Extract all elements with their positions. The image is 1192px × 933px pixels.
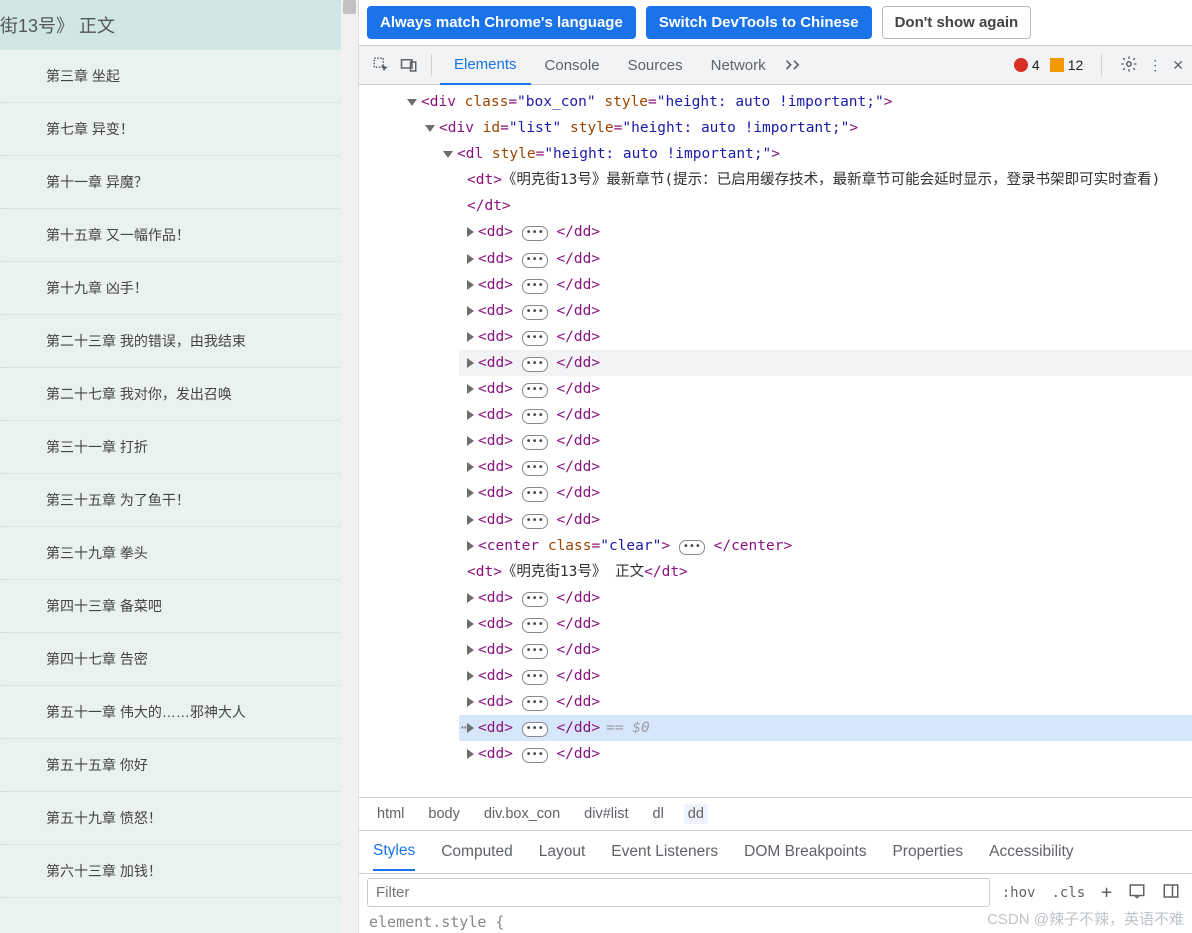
crumb-dl[interactable]: dl	[649, 804, 668, 824]
warnings-badge[interactable]: 12	[1050, 57, 1084, 73]
device-toolbar-icon[interactable]	[395, 51, 423, 79]
styles-body[interactable]: element.style {	[359, 911, 1192, 933]
dom-node[interactable]: <div class="box_con" style="height: auto…	[399, 89, 1192, 115]
breadcrumb: html body div.box_con div#list dl dd	[359, 797, 1192, 831]
more-tabs-icon[interactable]	[784, 57, 804, 74]
close-icon[interactable]: ✕	[1172, 57, 1184, 74]
crumb-dd[interactable]: dd	[684, 804, 708, 824]
crumb-html[interactable]: html	[373, 804, 408, 824]
dom-node[interactable]: <dd> ••• </dd>	[459, 402, 1192, 428]
error-icon	[1014, 58, 1028, 72]
dom-node[interactable]: <dd> ••• </dd>	[459, 454, 1192, 480]
cls-toggle[interactable]: .cls	[1047, 885, 1089, 901]
list-item[interactable]: 第十九章 凶手！	[0, 262, 358, 315]
crumb-body[interactable]: body	[424, 804, 463, 824]
dom-node-selected[interactable]: ⋯<dd> ••• </dd>== $0	[459, 715, 1192, 741]
list-item[interactable]: 第三十九章 拳头	[0, 527, 358, 580]
dom-node[interactable]: <dt>《明克街13号》最新章节(提示：已启用缓存技术，最新章节可能会延时显示，…	[459, 167, 1192, 219]
list-item[interactable]: 第三章 坐起	[0, 50, 358, 103]
list-item[interactable]: 第五十五章 你好	[0, 739, 358, 792]
match-language-button[interactable]: Always match Chrome's language	[367, 6, 636, 39]
list-item[interactable]: 第十五章 又一幅作品！	[0, 209, 358, 262]
gear-icon[interactable]	[1120, 55, 1138, 76]
dom-node[interactable]: <dd> ••• </dd>	[459, 611, 1192, 637]
tab-elements[interactable]: Elements	[440, 45, 531, 85]
list-item[interactable]: 第三十一章 打折	[0, 421, 358, 474]
list-item[interactable]: 第三十五章 为了鱼干！	[0, 474, 358, 527]
dom-node[interactable]: <dd> ••• </dd>	[459, 350, 1192, 376]
switch-language-button[interactable]: Switch DevTools to Chinese	[646, 6, 872, 39]
styles-tabbar: Styles Computed Layout Event Listeners D…	[359, 831, 1192, 874]
tab-event-listeners[interactable]: Event Listeners	[611, 834, 718, 870]
tab-console[interactable]: Console	[531, 46, 614, 84]
scrollbar[interactable]	[341, 0, 358, 933]
dom-node[interactable]: <div id="list" style="height: auto !impo…	[417, 115, 1192, 141]
dom-node[interactable]: <dd> ••• </dd>	[459, 507, 1192, 533]
tab-sources[interactable]: Sources	[614, 46, 697, 84]
list-item[interactable]: 第四十七章 告密	[0, 633, 358, 686]
separator	[431, 54, 432, 76]
separator	[1101, 54, 1102, 76]
dom-node[interactable]: <dd> ••• </dd>	[459, 272, 1192, 298]
list-item[interactable]: 第五十一章 伟大的……邪神大人	[0, 686, 358, 739]
inspect-element-icon[interactable]	[367, 51, 395, 79]
chapter-list: 第三章 坐起 第七章 异变！ 第十一章 异魔？ 第十五章 又一幅作品！ 第十九章…	[0, 50, 358, 898]
warnings-count: 12	[1068, 57, 1084, 73]
errors-count: 4	[1032, 57, 1040, 73]
dom-node[interactable]: <dd> ••• </dd>	[459, 585, 1192, 611]
tab-accessibility[interactable]: Accessibility	[989, 834, 1073, 870]
dom-node[interactable]: <dd> ••• </dd>	[459, 246, 1192, 272]
tab-dom-breakpoints[interactable]: DOM Breakpoints	[744, 834, 866, 870]
toggle-styles-sidebar-icon[interactable]	[1158, 882, 1184, 904]
list-item[interactable]: 第二十七章 我对你，发出召唤	[0, 368, 358, 421]
tab-properties[interactable]: Properties	[892, 834, 963, 870]
kebab-menu-icon[interactable]: ⋮	[1148, 57, 1162, 74]
page-left-panel: 街13号》 正文 第三章 坐起 第七章 异变！ 第十一章 异魔？ 第十五章 又一…	[0, 0, 359, 933]
dom-node[interactable]: <dd> ••• </dd>	[459, 376, 1192, 402]
dom-node[interactable]: <center class="clear"> ••• </center>	[459, 533, 1192, 559]
dom-tree[interactable]: <div class="box_con" style="height: auto…	[359, 85, 1192, 797]
crumb-list[interactable]: div#list	[580, 804, 632, 824]
devtools-panel: Always match Chrome's language Switch De…	[359, 0, 1192, 933]
list-item[interactable]: 第六十三章 加钱！	[0, 845, 358, 898]
scrollbar-thumb[interactable]	[343, 0, 356, 14]
dom-node[interactable]: <dd> ••• </dd>	[459, 741, 1192, 767]
dom-node[interactable]: <dd> ••• </dd>	[459, 637, 1192, 663]
crumb-box[interactable]: div.box_con	[480, 804, 564, 824]
dom-node[interactable]: <dd> ••• </dd>	[459, 689, 1192, 715]
tab-styles[interactable]: Styles	[373, 833, 415, 871]
list-item[interactable]: 第二十三章 我的错误，由我结束	[0, 315, 358, 368]
errors-badge[interactable]: 4	[1014, 57, 1040, 73]
styles-toolbar: :hov .cls +	[359, 874, 1192, 911]
dom-node[interactable]: <dd> ••• </dd>	[459, 324, 1192, 350]
dom-node[interactable]: <dd> ••• </dd>	[459, 428, 1192, 454]
list-item[interactable]: 第五十九章 愤怒！	[0, 792, 358, 845]
devtools-tabbar: Elements Console Sources Network 4 12 ⋮ …	[359, 45, 1192, 85]
dom-node[interactable]: <dt>《明克街13号》 正文</dt>	[459, 559, 1192, 585]
page-section-title: 街13号》 正文	[0, 0, 358, 50]
styles-filter-input[interactable]	[367, 878, 990, 907]
warning-icon	[1050, 58, 1064, 72]
list-item[interactable]: 第四十三章 备菜吧	[0, 580, 358, 633]
list-item[interactable]: 第七章 异变！	[0, 103, 358, 156]
tab-computed[interactable]: Computed	[441, 834, 513, 870]
new-style-rule-icon[interactable]: +	[1097, 882, 1116, 903]
tab-network[interactable]: Network	[697, 46, 780, 84]
dom-node[interactable]: <dd> ••• </dd>	[459, 663, 1192, 689]
gutter-dots-icon: ⋯	[461, 715, 470, 741]
dom-node[interactable]: <dd> ••• </dd>	[459, 480, 1192, 506]
dom-node[interactable]: <dl style="height: auto !important;">	[435, 141, 1192, 167]
dom-node[interactable]: <dd> ••• </dd>	[459, 298, 1192, 324]
computed-sidebar-icon[interactable]	[1124, 882, 1150, 904]
hov-toggle[interactable]: :hov	[998, 885, 1040, 901]
language-banner: Always match Chrome's language Switch De…	[359, 0, 1192, 45]
list-item[interactable]: 第十一章 异魔？	[0, 156, 358, 209]
dom-node[interactable]: <dd> ••• </dd>	[459, 219, 1192, 245]
selection-marker: == $0	[606, 720, 650, 736]
tab-layout[interactable]: Layout	[539, 834, 586, 870]
dont-show-again-button[interactable]: Don't show again	[882, 6, 1032, 39]
